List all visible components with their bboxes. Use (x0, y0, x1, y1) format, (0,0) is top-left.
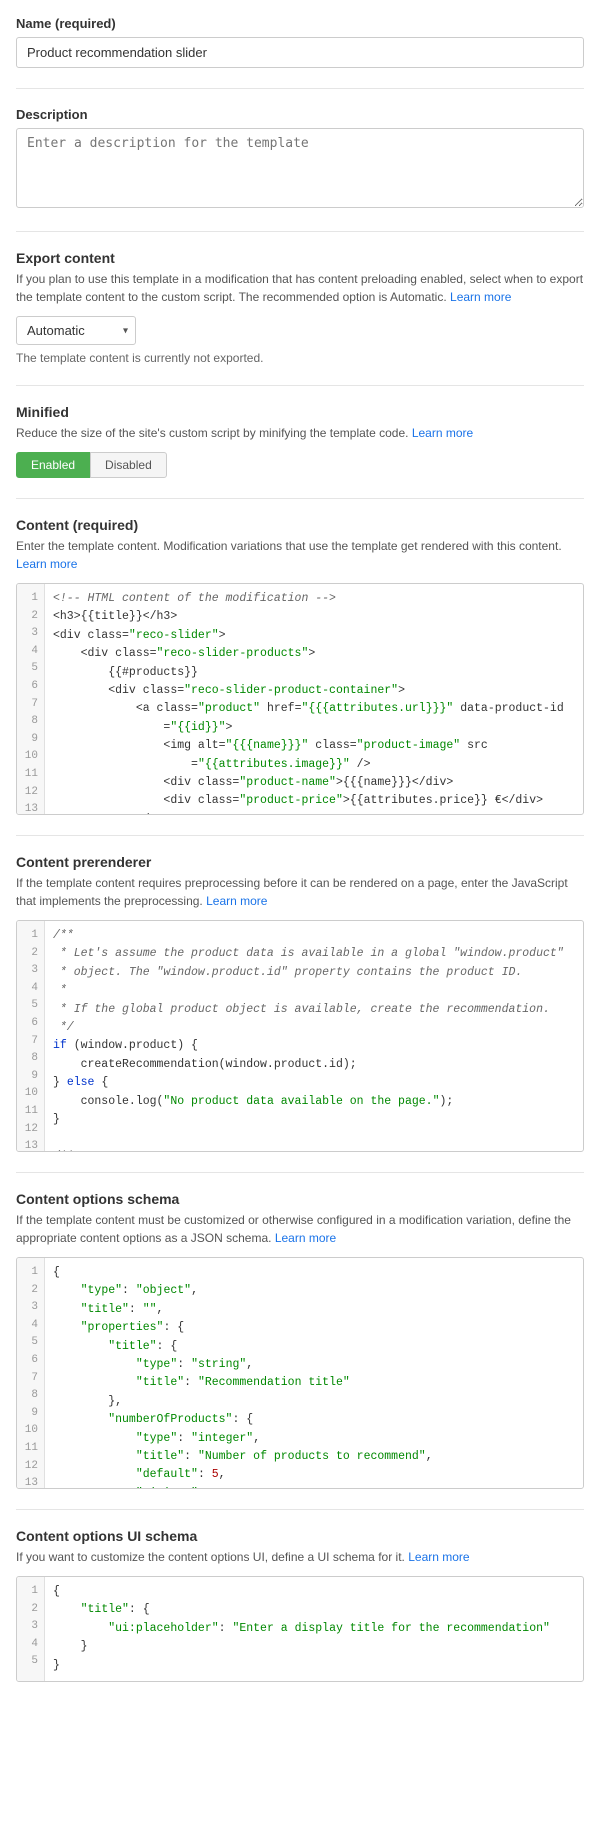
ui-schema-section: Content options UI schema If you want to… (16, 1528, 584, 1682)
content-line-numbers: 123 456 789 101112 131415 16 (17, 584, 45, 814)
divider-7 (16, 1509, 584, 1510)
content-title: Content (required) (16, 517, 584, 533)
export-dropdown[interactable]: Automatic Always Never (16, 316, 136, 345)
export-content-title: Export content (16, 250, 584, 266)
minified-toggle-group: Enabled Disabled (16, 452, 584, 478)
content-code: <!-- HTML content of the modification --… (45, 584, 583, 814)
ui-schema-editor[interactable]: 123 45 { "title": { "ui:placeholder": "E… (16, 1576, 584, 1682)
prerenderer-section: Content prerenderer If the template cont… (16, 854, 584, 1152)
prerenderer-learn-more-link[interactable]: Learn more (206, 894, 267, 908)
ui-schema-learn-more-link[interactable]: Learn more (408, 1550, 469, 1564)
schema-editor-inner: 123 456 789 101112 131415 161718 { "type… (17, 1258, 583, 1488)
prerenderer-title: Content prerenderer (16, 854, 584, 870)
schema-title: Content options schema (16, 1191, 584, 1207)
ui-schema-desc: If you want to customize the content opt… (16, 1548, 584, 1566)
schema-learn-more-link[interactable]: Learn more (275, 1231, 336, 1245)
minified-learn-more-link[interactable]: Learn more (412, 426, 473, 440)
schema-code: { "type": "object", "title": "", "proper… (45, 1258, 583, 1488)
export-content-section: Export content If you plan to use this t… (16, 250, 584, 365)
prerenderer-code: /** * Let's assume the product data is a… (45, 921, 583, 1151)
schema-section: Content options schema If the template c… (16, 1191, 584, 1489)
prerenderer-desc: If the template content requires preproc… (16, 874, 584, 910)
description-section: Description (16, 107, 584, 211)
content-section: Content (required) Enter the template co… (16, 517, 584, 815)
minified-enabled-button[interactable]: Enabled (16, 452, 90, 478)
divider-4 (16, 498, 584, 499)
content-editor[interactable]: 123 456 789 101112 131415 16 <!-- HTML c… (16, 583, 584, 815)
minified-disabled-button[interactable]: Disabled (90, 452, 167, 478)
minified-desc: Reduce the size of the site's custom scr… (16, 424, 584, 442)
name-input[interactable] (16, 37, 584, 68)
name-section: Name (required) (16, 16, 584, 68)
prerenderer-editor[interactable]: 123 456 789 101112 131415 161718 /** * L… (16, 920, 584, 1152)
minified-section: Minified Reduce the size of the site's c… (16, 404, 584, 478)
schema-line-numbers: 123 456 789 101112 131415 161718 (17, 1258, 45, 1488)
divider-2 (16, 231, 584, 232)
prerenderer-line-numbers: 123 456 789 101112 131415 161718 (17, 921, 45, 1151)
divider-1 (16, 88, 584, 89)
export-status-text: The template content is currently not ex… (16, 351, 584, 365)
name-label: Name (required) (16, 16, 584, 31)
description-input[interactable] (16, 128, 584, 208)
divider-3 (16, 385, 584, 386)
description-label: Description (16, 107, 584, 122)
divider-6 (16, 1172, 584, 1173)
ui-schema-line-numbers: 123 45 (17, 1577, 45, 1681)
ui-schema-code: { "title": { "ui:placeholder": "Enter a … (45, 1577, 583, 1681)
content-learn-more-link[interactable]: Learn more (16, 557, 77, 571)
minified-title: Minified (16, 404, 584, 420)
ui-schema-title: Content options UI schema (16, 1528, 584, 1544)
divider-5 (16, 835, 584, 836)
ui-schema-editor-inner: 123 45 { "title": { "ui:placeholder": "E… (17, 1577, 583, 1681)
prerenderer-editor-inner: 123 456 789 101112 131415 161718 /** * L… (17, 921, 583, 1151)
schema-editor[interactable]: 123 456 789 101112 131415 161718 { "type… (16, 1257, 584, 1489)
content-editor-inner: 123 456 789 101112 131415 16 <!-- HTML c… (17, 584, 583, 814)
export-learn-more-link[interactable]: Learn more (450, 290, 511, 304)
export-content-desc: If you plan to use this template in a mo… (16, 270, 584, 306)
content-desc: Enter the template content. Modification… (16, 537, 584, 573)
export-dropdown-wrapper: Automatic Always Never ▾ (16, 316, 136, 345)
schema-desc: If the template content must be customiz… (16, 1211, 584, 1247)
